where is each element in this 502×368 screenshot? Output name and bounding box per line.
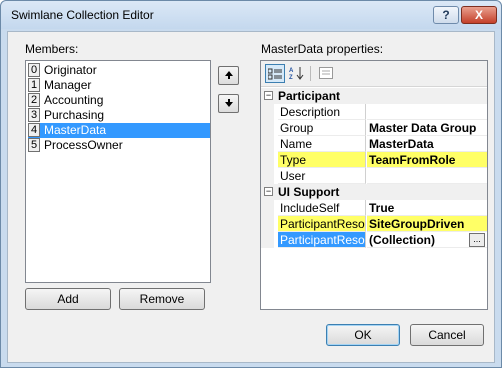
members-list[interactable]: 0 Originator 1 Manager 2 Accounting 3 Purchasin… xyxy=(25,60,211,283)
row-gutter xyxy=(261,168,274,184)
categorized-button[interactable] xyxy=(265,64,285,83)
row-gutter xyxy=(261,200,274,216)
member-name: Originator xyxy=(44,63,97,77)
member-index: 5 xyxy=(28,138,40,152)
ellipsis-button[interactable]: ... xyxy=(469,233,485,247)
move-down-button[interactable] xyxy=(218,94,239,113)
row-gutter xyxy=(261,120,274,136)
row-gutter xyxy=(261,104,274,120)
sort-az-icon: A Z xyxy=(289,67,304,81)
property-row[interactable]: Type TeamFromRole xyxy=(261,152,487,168)
member-name: Accounting xyxy=(44,93,104,107)
row-gutter xyxy=(261,232,274,248)
property-row[interactable]: Group Master Data Group xyxy=(261,120,487,136)
property-category[interactable]: − UI Support xyxy=(261,184,487,200)
property-pages-icon xyxy=(319,67,333,79)
property-grid-toolbar: A Z xyxy=(261,61,487,87)
property-row[interactable]: User xyxy=(261,168,487,184)
arrow-up-icon xyxy=(224,71,233,79)
member-index: 4 xyxy=(28,123,40,137)
svg-text:A: A xyxy=(289,68,294,74)
property-pages-button[interactable] xyxy=(316,64,336,83)
property-name[interactable]: Description xyxy=(278,104,366,120)
member-item[interactable]: 3 Purchasing xyxy=(28,108,210,123)
property-grid[interactable]: A Z − Participant Description Group Master D… xyxy=(260,60,488,310)
property-value[interactable]: SiteGroupDriven xyxy=(367,216,487,232)
ok-button[interactable]: OK xyxy=(326,324,400,346)
members-label: Members: xyxy=(25,42,79,56)
move-up-button[interactable] xyxy=(218,66,239,85)
property-row[interactable]: IncludeSelf True xyxy=(261,200,487,216)
property-value[interactable] xyxy=(367,168,487,184)
cancel-button[interactable]: Cancel xyxy=(410,324,484,346)
property-value[interactable]: MasterData xyxy=(367,136,487,152)
property-value[interactable]: TeamFromRole xyxy=(367,152,487,168)
property-value[interactable]: Master Data Group xyxy=(367,120,487,136)
alphabetical-button[interactable]: A Z xyxy=(287,64,307,83)
property-name[interactable]: ParticipantResolver xyxy=(278,216,366,232)
property-row[interactable]: Description xyxy=(261,104,487,120)
member-index: 0 xyxy=(28,63,40,77)
property-row[interactable]: ParticipantResolverSiteGroupDriven xyxy=(261,216,487,232)
close-button[interactable]: X xyxy=(461,6,497,24)
collapse-icon[interactable]: − xyxy=(264,187,273,196)
member-item[interactable]: 1 Manager xyxy=(28,78,210,93)
remove-button[interactable]: Remove xyxy=(119,288,205,310)
category-name: UI Support xyxy=(278,185,340,199)
collection-editor-window: Swimlane Collection Editor ? X Members: … xyxy=(0,0,502,368)
member-name: ProcessOwner xyxy=(44,138,123,152)
property-name[interactable]: Type xyxy=(278,152,366,168)
member-item[interactable]: 2 Accounting xyxy=(28,93,210,108)
help-button[interactable]: ? xyxy=(433,6,459,24)
property-row[interactable]: ParticipantResolverData(Collection)... xyxy=(261,232,487,248)
property-value[interactable]: True xyxy=(367,200,487,216)
member-name: Manager xyxy=(44,78,92,92)
categorized-icon xyxy=(267,68,282,80)
collapse-icon[interactable]: − xyxy=(264,91,273,100)
dialog-client-area: Members: 0 Originator 1 Manager 2 Accounting 3… xyxy=(7,31,495,363)
property-value[interactable] xyxy=(367,104,487,120)
member-name: MasterData xyxy=(44,123,107,137)
row-gutter xyxy=(261,136,274,152)
property-category[interactable]: − Participant xyxy=(261,88,487,104)
member-name: Purchasing xyxy=(44,108,105,122)
property-name[interactable]: Group xyxy=(278,120,366,136)
property-name[interactable]: ParticipantResolverData xyxy=(278,232,366,248)
property-name[interactable]: User xyxy=(278,168,366,184)
member-item[interactable]: 4 MasterData xyxy=(28,123,210,138)
member-index: 1 xyxy=(28,78,40,92)
member-item[interactable]: 0 Originator xyxy=(28,63,210,78)
properties-label: MasterData properties: xyxy=(261,42,384,56)
category-name: Participant xyxy=(278,89,341,103)
arrow-down-icon xyxy=(224,99,233,107)
property-name[interactable]: Name xyxy=(278,136,366,152)
window-title: Swimlane Collection Editor xyxy=(11,8,154,22)
title-bar[interactable]: Swimlane Collection Editor ? X xyxy=(1,1,501,29)
add-button[interactable]: Add xyxy=(25,288,111,310)
property-row[interactable]: Name MasterData xyxy=(261,136,487,152)
member-index: 2 xyxy=(28,93,40,107)
member-index: 3 xyxy=(28,108,40,122)
property-name[interactable]: IncludeSelf xyxy=(278,200,366,216)
row-gutter xyxy=(261,216,274,232)
member-item[interactable]: 5 ProcessOwner xyxy=(28,138,210,153)
toolbar-separator xyxy=(310,66,311,81)
svg-text:Z: Z xyxy=(289,75,293,80)
row-gutter xyxy=(261,152,274,168)
